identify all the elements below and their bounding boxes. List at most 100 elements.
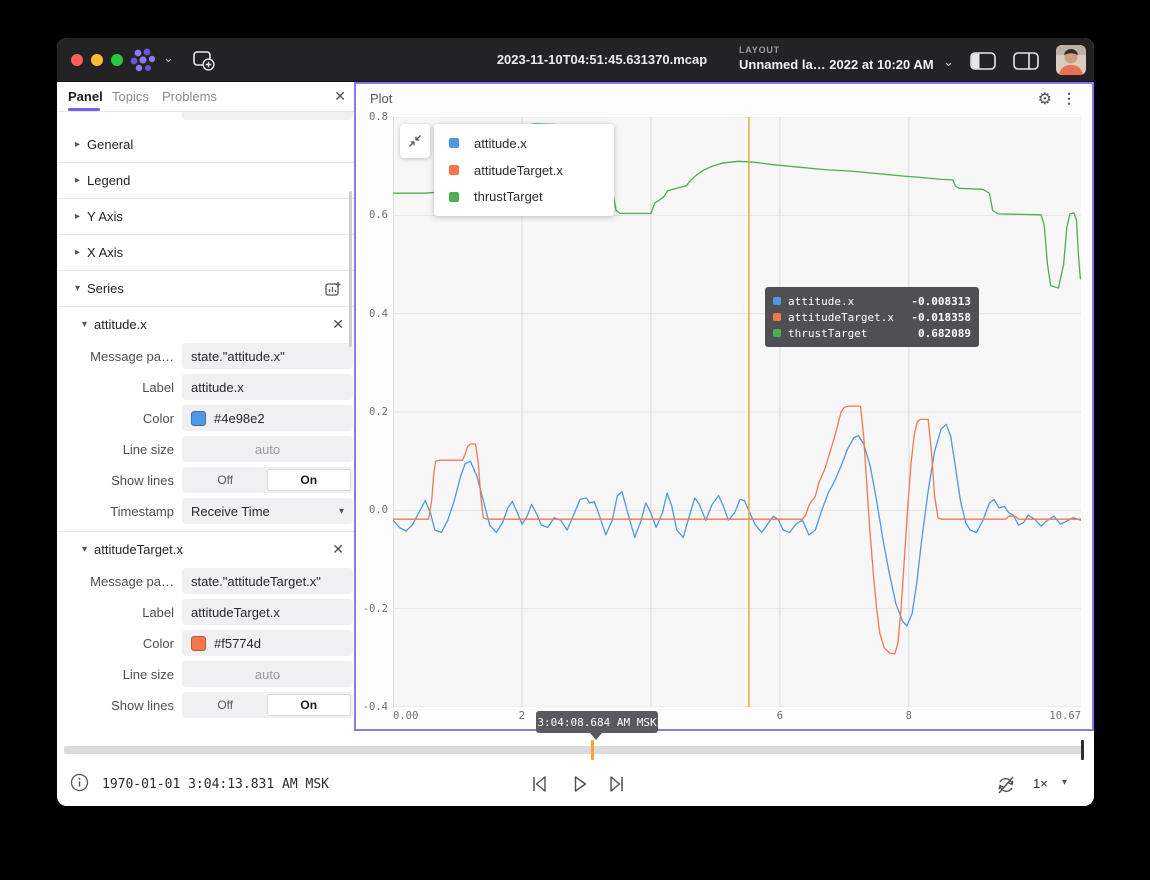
chevron-right-icon: ▸: [75, 247, 87, 258]
y-tick-label: 0.0: [356, 504, 388, 516]
play-button[interactable]: [570, 773, 590, 795]
timestamp-select[interactable]: Receive Time ▾: [182, 498, 353, 524]
section-y-axis[interactable]: ▸ Y Axis: [57, 199, 354, 235]
user-avatar[interactable]: [1056, 45, 1086, 75]
show-lines-toggle: Off On: [182, 467, 353, 493]
x-tick-label: 0.00: [393, 710, 418, 722]
add-series-icon[interactable]: [324, 280, 342, 298]
field-message-path: Message pa…: [57, 566, 354, 597]
panel-settings-gear-icon[interactable]: ⚙: [1038, 89, 1052, 109]
timeline-scrubber[interactable]: [64, 746, 1084, 754]
attitude.x-line: [393, 424, 1081, 626]
chevron-right-icon: ▸: [75, 139, 87, 150]
tooltip-row: attitude.x -0.008313: [773, 293, 971, 309]
collapse-legend-button[interactable]: [400, 124, 430, 158]
right-sidebar-toggle-icon[interactable]: [1013, 52, 1039, 70]
series-color-chip: [773, 297, 781, 305]
section-x-axis[interactable]: ▸ X Axis: [57, 235, 354, 271]
line-size-input[interactable]: [182, 436, 353, 462]
message-path-input[interactable]: [182, 343, 353, 369]
y-tick-label: -0.4: [356, 701, 388, 713]
section-general[interactable]: ▸ General: [57, 127, 354, 163]
x-tick-label: 6: [777, 710, 783, 722]
minimize-window-button[interactable]: [91, 54, 103, 66]
show-lines-on-button[interactable]: On: [267, 469, 352, 491]
show-lines-off-button[interactable]: Off: [184, 694, 267, 716]
close-window-button[interactable]: [71, 54, 83, 66]
scrubber-end-marker: [1081, 740, 1084, 760]
title-field-input[interactable]: [182, 112, 353, 120]
loop-disabled-icon[interactable]: [995, 774, 1017, 796]
legend-item[interactable]: attitude.x: [434, 136, 614, 151]
foxglove-logo-icon[interactable]: [129, 47, 161, 73]
left-sidebar-toggle-icon[interactable]: [970, 52, 996, 70]
add-panel-icon[interactable]: [191, 48, 215, 72]
remove-series-icon[interactable]: ✕: [332, 316, 344, 333]
title-row-clipped: Title: [57, 112, 354, 122]
y-tick-label: 0.6: [356, 209, 388, 221]
seek-forward-button[interactable]: [606, 773, 626, 795]
window-title: 2023-11-10T04:51:45.631370.mcap: [437, 52, 767, 67]
titlebar: ⌄ 2023-11-10T04:51:45.631370.mcap LAYOUT…: [57, 38, 1094, 82]
series-color-chip: [449, 192, 459, 202]
chevron-down-icon: ▾: [339, 506, 344, 517]
show-lines-on-button[interactable]: On: [267, 694, 352, 716]
label-input[interactable]: [182, 374, 353, 400]
collapse-arrows-icon: [407, 133, 423, 149]
color-swatch[interactable]: [191, 411, 206, 426]
tooltip-row: thrustTarget 0.682089: [773, 325, 971, 341]
remove-series-icon[interactable]: ✕: [332, 541, 344, 558]
hover-values-tooltip: attitude.x -0.008313 attitudeTarget.x -0…: [765, 287, 979, 347]
series-header-attitude-x[interactable]: ▾ attitude.x ✕: [57, 307, 354, 341]
tab-problems[interactable]: Problems: [162, 89, 217, 104]
plot-panel-title: Plot: [370, 91, 392, 106]
close-sidebar-icon[interactable]: ✕: [334, 88, 346, 105]
tooltip-row: attitudeTarget.x -0.018358: [773, 309, 971, 325]
section-legend[interactable]: ▸ Legend: [57, 163, 354, 199]
layout-name[interactable]: Unnamed la… 2022 at 10:20 AM: [739, 57, 934, 72]
color-input[interactable]: #f5774d: [182, 630, 353, 656]
tab-panel[interactable]: Panel: [68, 89, 103, 104]
x-tick-label: 8: [906, 710, 912, 722]
field-line-size: Line size: [57, 434, 354, 465]
app-menu-chevron-icon[interactable]: ⌄: [163, 50, 174, 66]
y-tick-label: 0.2: [356, 406, 388, 418]
field-color: Color #4e98e2: [57, 403, 354, 434]
layout-label: LAYOUT: [739, 45, 780, 55]
message-path-input[interactable]: [182, 568, 353, 594]
seek-backward-button[interactable]: [530, 773, 550, 795]
legend-item[interactable]: attitudeTarget.x: [434, 163, 614, 178]
series-header-attitude-target-x[interactable]: ▾ attitudeTarget.x ✕: [57, 532, 354, 566]
legend-item[interactable]: thrustTarget: [434, 189, 614, 204]
plot-panel[interactable]: Plot ⚙ ⋮ 0.80.60.40.20.0-0.2-0.4 0.00246…: [354, 82, 1094, 731]
scrubber-hover-tooltip: 3:04:08.684 AM MSK: [536, 711, 658, 733]
show-lines-off-button[interactable]: Off: [184, 469, 267, 491]
color-swatch[interactable]: [191, 636, 206, 651]
tab-topics[interactable]: Topics: [112, 89, 149, 104]
playback-speed[interactable]: 1×: [1033, 776, 1048, 791]
y-tick-label: -0.2: [356, 603, 388, 615]
field-label: Label: [57, 597, 354, 628]
scrubber-playhead[interactable]: [591, 740, 594, 760]
timeline-scrubber-zone: 3:04:08.684 AM MSK: [57, 731, 1094, 765]
color-input[interactable]: #4e98e2: [182, 405, 353, 431]
field-timestamp: Timestamp Receive Time ▾: [57, 496, 354, 527]
field-line-size: Line size: [57, 659, 354, 690]
current-timestamp[interactable]: 1970-01-01 3:04:13.831 AM MSK: [102, 777, 329, 792]
y-tick-label: 0.4: [356, 308, 388, 320]
label-input[interactable]: [182, 599, 353, 625]
field-show-lines: Show lines Off On: [57, 690, 354, 721]
line-size-input[interactable]: [182, 661, 353, 687]
section-series[interactable]: ▾ Series: [57, 271, 354, 307]
info-icon[interactable]: [70, 773, 89, 792]
chevron-down-icon: ▾: [75, 283, 87, 294]
chevron-down-icon[interactable]: ▾: [1062, 777, 1067, 788]
series-color-chip: [449, 165, 459, 175]
sidebar-scrollbar[interactable]: [349, 191, 352, 347]
layout-menu-chevron-icon[interactable]: ⌄: [943, 54, 954, 70]
active-tab-underline: [68, 108, 100, 111]
series-color-chip: [773, 313, 781, 321]
panel-menu-kebab-icon[interactable]: ⋮: [1062, 90, 1076, 107]
zoom-window-button[interactable]: [111, 54, 123, 66]
tooltip-arrow: [590, 733, 602, 740]
